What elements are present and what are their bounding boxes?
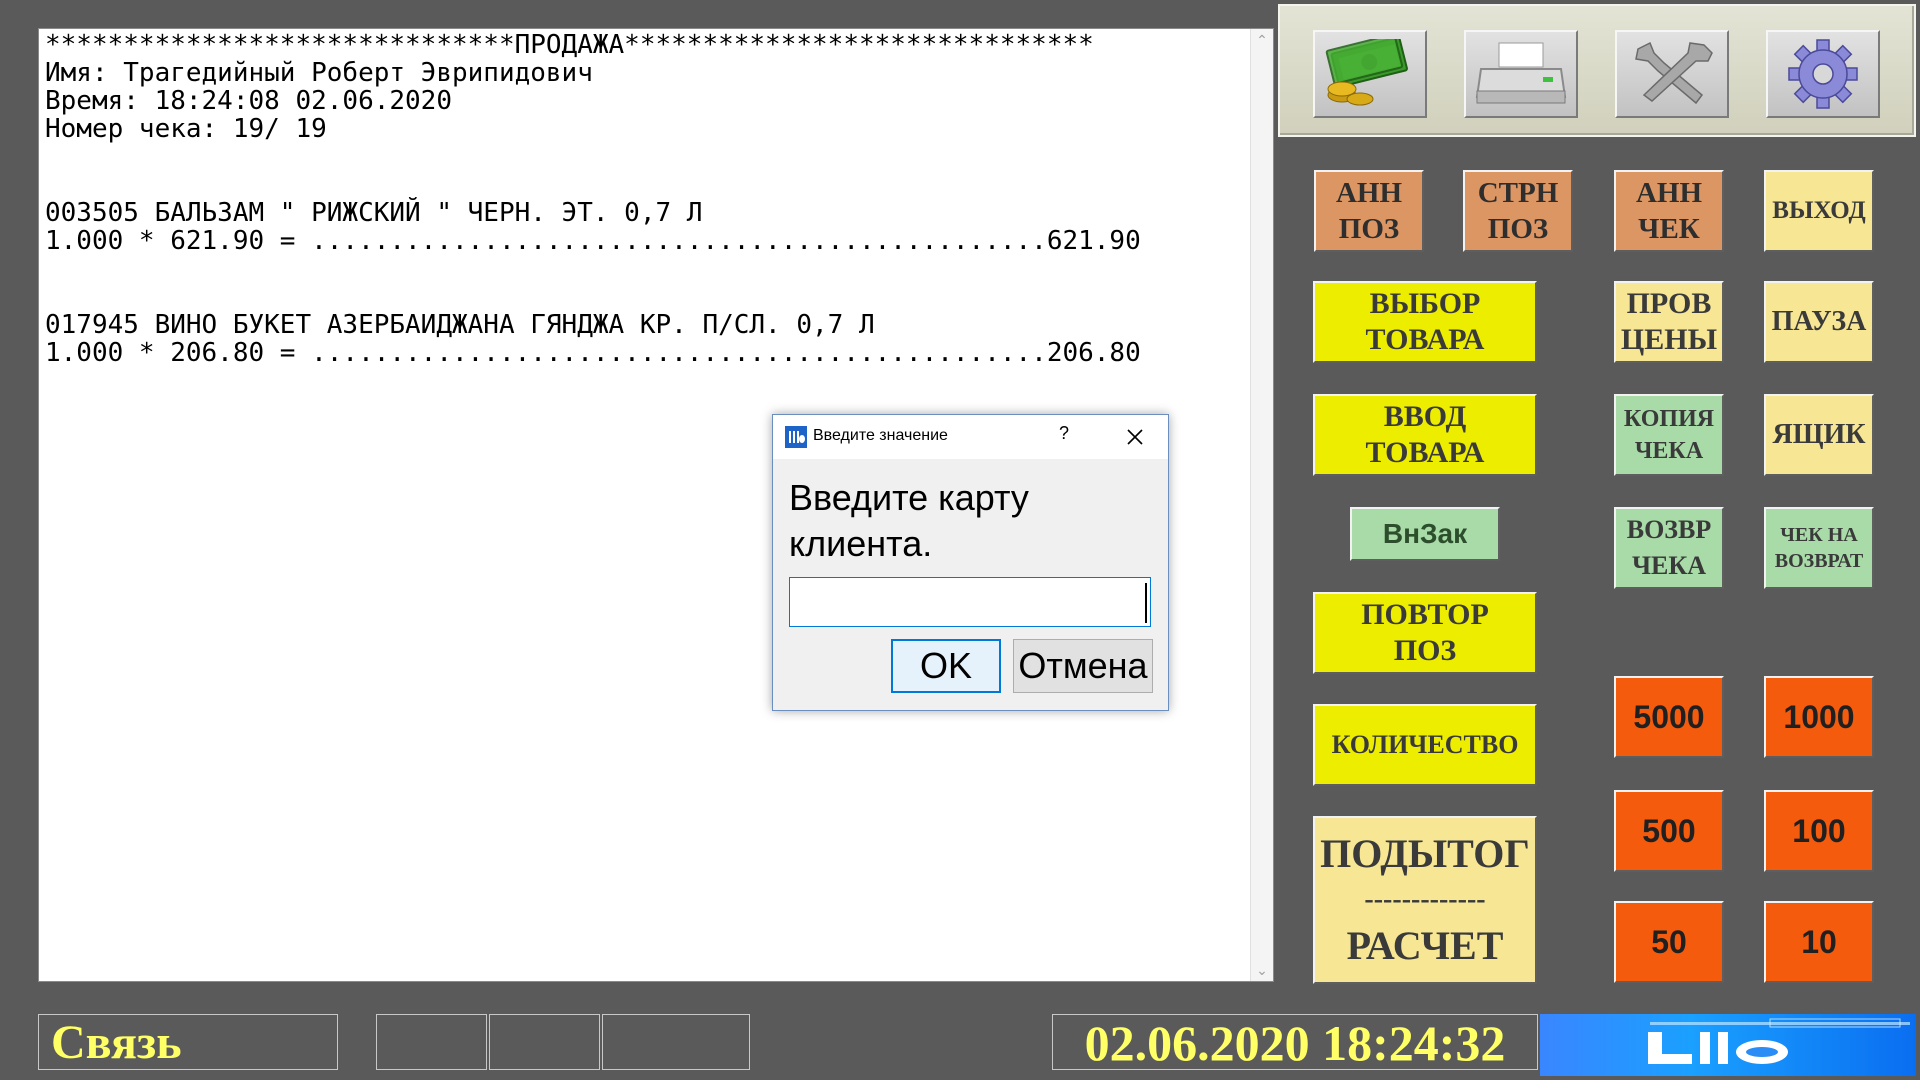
connection-status: Связь	[38, 1014, 338, 1070]
ok-button[interactable]: OK	[891, 639, 1001, 693]
scroll-down-icon[interactable]: ⌄	[1251, 959, 1273, 981]
brand-logo	[1540, 1014, 1916, 1076]
storno-position-button[interactable]: СТРН ПОЗ	[1463, 170, 1573, 252]
annul-position-button[interactable]: АНН ПОЗ	[1314, 170, 1424, 252]
cash-drawer-button[interactable]: ЯЩИК	[1764, 394, 1874, 476]
text-caret	[1145, 583, 1147, 623]
check-price-button[interactable]: ПРОВ ЦЕНЫ	[1614, 281, 1724, 363]
amount-10-button[interactable]: 10	[1764, 901, 1874, 983]
app-icon	[785, 426, 807, 448]
pause-button[interactable]: ПАУЗА	[1764, 281, 1874, 363]
return-receipt-button[interactable]: ВОЗВР ЧЕКА	[1614, 507, 1724, 589]
scroll-up-icon[interactable]: ⌃	[1251, 29, 1273, 51]
dialog-title: Введите значение	[813, 427, 948, 444]
client-card-input[interactable]	[789, 577, 1151, 627]
help-icon[interactable]: ?	[1059, 423, 1069, 444]
receipt-copy-button[interactable]: КОПИЯ ЧЕКА	[1614, 394, 1724, 476]
print-tool-button[interactable]	[1464, 30, 1578, 118]
amount-50-button[interactable]: 50	[1614, 901, 1724, 983]
status-datetime: 02.06.2020 18:24:32	[1052, 1014, 1538, 1071]
annul-receipt-button[interactable]: АНН ЧЕК	[1614, 170, 1724, 252]
subtotal-divider: -------------	[1364, 884, 1486, 915]
select-goods-button[interactable]: ВЫБОР ТОВАРА	[1313, 281, 1537, 363]
gear-icon	[1788, 39, 1858, 109]
quantity-button[interactable]: КОЛИЧЕСТВО	[1313, 704, 1537, 786]
wrench-icon	[1635, 41, 1713, 105]
amount-1000-button[interactable]: 1000	[1764, 676, 1874, 758]
payment-tool-button[interactable]	[1313, 30, 1427, 118]
close-icon[interactable]	[1113, 419, 1157, 455]
printer-icon	[1475, 42, 1567, 104]
amount-100-button[interactable]: 100	[1764, 790, 1874, 872]
amount-500-button[interactable]: 500	[1614, 790, 1724, 872]
input-dialog: Введите значение ? Введите карту клиента…	[772, 414, 1169, 711]
repeat-position-button[interactable]: ПОВТОР ПОЗ	[1313, 592, 1537, 674]
return-check-button[interactable]: ЧЕК НА ВОЗВРАТ	[1764, 507, 1874, 589]
status-cell-2	[489, 1014, 600, 1070]
dialog-prompt: Введите карту клиента.	[789, 477, 1029, 564]
payment-label: РАСЧЕТ	[1346, 923, 1504, 968]
exit-button[interactable]: ВЫХОД	[1764, 170, 1874, 252]
dialog-titlebar[interactable]: Введите значение ?	[773, 415, 1168, 459]
subtotal-payment-button[interactable]: ПОДЫТОГ ------------- РАСЧЕТ	[1313, 816, 1537, 984]
settings-tool-button[interactable]	[1766, 30, 1880, 118]
receipt-scrollbar[interactable]: ⌃ ⌄	[1250, 29, 1273, 981]
subtotal-label: ПОДЫТОГ	[1320, 831, 1530, 876]
money-icon	[1325, 39, 1408, 106]
cancel-button[interactable]: Отмена	[1013, 639, 1153, 693]
input-goods-button[interactable]: ВВОД ТОВАРА	[1313, 394, 1537, 476]
amount-5000-button[interactable]: 5000	[1614, 676, 1724, 758]
service-tool-button[interactable]	[1615, 30, 1729, 118]
internal-order-button[interactable]: ВнЗак	[1350, 507, 1500, 561]
status-cell-3	[602, 1014, 750, 1070]
status-cell-1	[376, 1014, 487, 1070]
toolbar	[1278, 4, 1916, 137]
